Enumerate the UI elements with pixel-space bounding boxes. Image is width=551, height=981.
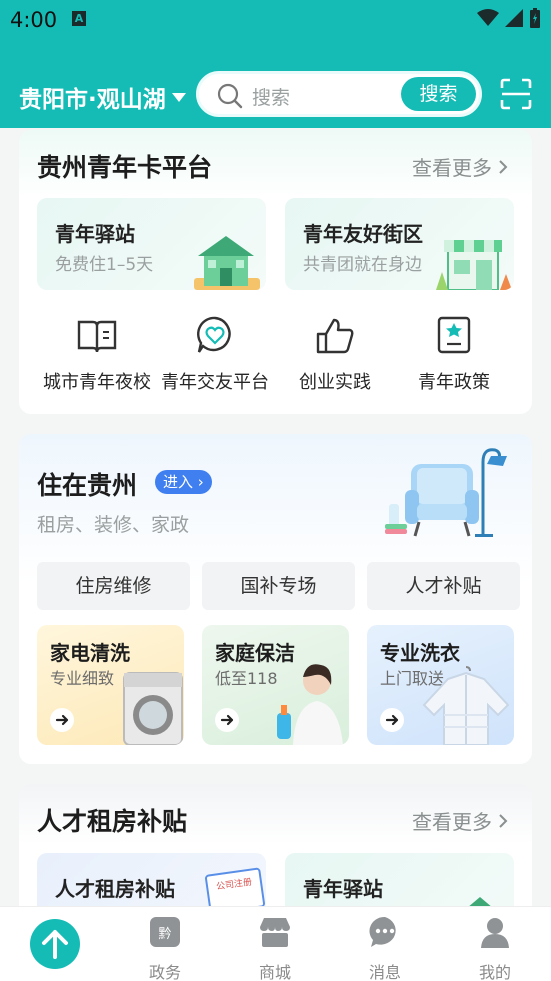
wifi-icon [477, 9, 499, 26]
grid-item-startup[interactable]: 创业实践 [271, 312, 399, 394]
arrow-right-icon [50, 708, 74, 732]
book-icon [77, 320, 117, 353]
cleaner-illustration [277, 664, 343, 745]
shop-icon [260, 918, 290, 947]
tile-title: 人才租房补贴 [55, 877, 175, 901]
government-icon: 黔 [150, 917, 180, 947]
washing-machine-icon [123, 672, 183, 745]
grid-label: 青年交友平台 [161, 372, 269, 393]
chevron-right-icon [499, 159, 508, 174]
status-time: 4:00 [10, 8, 58, 32]
city-label: 贵阳市·观山湖 [19, 87, 166, 113]
chevron-right-icon [499, 813, 508, 828]
service-subtitle: 专业细致 [50, 669, 115, 688]
section-title: 人才租房补贴 [37, 807, 188, 836]
section-title: 贵州青年卡平台 [37, 153, 213, 182]
section-subtitle: 租房、装修、家政 [37, 514, 190, 536]
service-title: 家电清洗 [50, 641, 130, 665]
tab-label: 政务 [148, 963, 181, 981]
search-icon [217, 83, 243, 109]
grid-item-policy[interactable]: 青年政策 [390, 312, 518, 394]
tile-title: 青年驿站 [55, 222, 135, 246]
tab-label: 商城 [258, 963, 291, 981]
status-bar: 4:00 A [0, 0, 551, 40]
tab-messages[interactable]: 消息 [345, 915, 425, 981]
message-icon [369, 916, 396, 947]
armchair-illustration [385, 448, 507, 537]
chip-national-subsidy[interactable]: 国补专场 [202, 562, 355, 610]
tab-label: 我的 [478, 963, 511, 981]
home-button[interactable] [30, 919, 80, 969]
svg-text:黔: 黔 [158, 927, 171, 942]
scan-icon[interactable] [500, 78, 532, 110]
live-guizhou-section: 住在贵州 进入 › 租房、装修、家政 住房维修 国补专场 人才补贴 家电清洗 专… [19, 434, 532, 764]
search-input[interactable]: 搜索 [252, 83, 290, 110]
tile-youth-street[interactable]: 青年友好街区 共青团就在身边 [285, 198, 514, 290]
profile-icon [481, 918, 509, 948]
thumbs-up-icon [316, 318, 354, 354]
service-laundry[interactable]: 专业洗衣 上门取送 [367, 625, 514, 745]
chip-talent-subsidy[interactable]: 人才补贴 [367, 562, 520, 610]
jacket-illustration [422, 666, 510, 745]
tab-label: 消息 [368, 963, 401, 981]
enter-badge[interactable]: 进入 › [155, 470, 212, 494]
arrow-right-icon [215, 708, 239, 732]
policy-icon [437, 316, 471, 354]
battery-icon [530, 8, 540, 28]
enter-label: 进入 [163, 473, 194, 491]
youth-grid: 城市青年夜校 青年交友平台 创业实践 青年政策 [19, 312, 532, 394]
service-house-cleaning[interactable]: 家庭保洁 低至118 [202, 625, 349, 745]
tab-profile[interactable]: 我的 [455, 915, 535, 981]
header: 贵阳市·观山湖 搜索 搜索 [0, 40, 551, 128]
status-icons [477, 8, 541, 28]
signal-icon [505, 9, 523, 27]
grid-item-night-school[interactable]: 城市青年夜校 [33, 312, 161, 394]
tile-youth-station[interactable]: 青年驿站 免费住1–5天 [37, 198, 266, 290]
house-icon [194, 236, 260, 290]
chip-housing-repair[interactable]: 住房维修 [37, 562, 190, 610]
tile-title: 青年驿站 [303, 877, 383, 901]
notification-icon: A [72, 11, 86, 26]
tile-title: 青年友好街区 [303, 222, 423, 246]
arrow-up-icon [42, 930, 68, 959]
grid-label: 城市青年夜校 [43, 372, 151, 393]
search-button[interactable]: 搜索 [401, 77, 476, 111]
arrow-right-icon [380, 708, 404, 732]
heart-chat-icon [197, 316, 231, 353]
tile-subtitle: 共青团就在身边 [303, 255, 422, 275]
service-appliance-cleaning[interactable]: 家电清洗 专业细致 [37, 625, 184, 745]
tab-government[interactable]: 黔 政务 [125, 915, 205, 981]
service-title: 专业洗衣 [380, 641, 460, 665]
search-bar[interactable]: 搜索 搜索 [196, 71, 482, 117]
more-link[interactable]: 查看更多 [412, 152, 508, 181]
grid-item-dating[interactable]: 青年交友平台 [151, 312, 279, 394]
youth-card-section: 贵州青年卡平台 查看更多 青年驿站 免费住1–5天 青年友好街区 共青团就在身边 [19, 130, 532, 414]
grid-label: 创业实践 [299, 372, 371, 393]
tile-subtitle: 免费住1–5天 [55, 255, 154, 275]
chevron-down-icon [171, 92, 186, 102]
bottom-tab-bar: 黔 政务 商城 消息 我的 [0, 906, 551, 981]
chevron-right-icon: › [197, 473, 204, 491]
grid-label: 青年政策 [418, 372, 490, 393]
more-link[interactable]: 查看更多 [412, 806, 508, 835]
storefront-icon [436, 240, 512, 290]
more-label: 查看更多 [412, 156, 492, 180]
city-selector[interactable]: 贵阳市·观山湖 [19, 80, 186, 114]
section-title: 住在贵州 [37, 471, 138, 500]
more-label: 查看更多 [412, 810, 492, 834]
tab-shop[interactable]: 商城 [235, 915, 315, 981]
